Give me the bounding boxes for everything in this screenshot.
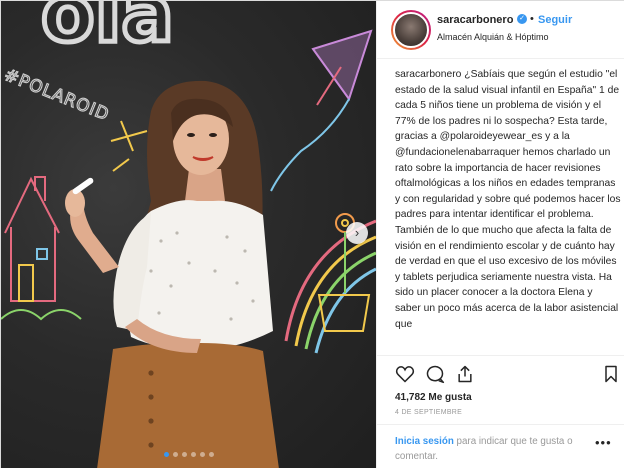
woman-figure xyxy=(65,80,279,468)
carousel-dot xyxy=(190,452,196,457)
post-date[interactable]: 4 DE SEPTIEMBRE xyxy=(395,409,462,416)
carousel-dot xyxy=(172,452,178,457)
carousel-dot xyxy=(181,452,187,457)
post-caption: saracarbonero ¿Sabíais que según el estu… xyxy=(395,67,621,350)
location-link[interactable]: Almacén Alquián & Hóptimo xyxy=(437,32,549,42)
post-header: saracarbonero ✓ • Seguir Almacén Alquián… xyxy=(377,1,624,59)
caption-username[interactable]: saracarbonero xyxy=(395,69,461,80)
likes-count[interactable]: 41,782 Me gusta xyxy=(395,392,472,403)
carousel-next-button[interactable]: › xyxy=(346,222,368,244)
wall-text-top: ola xyxy=(41,1,174,60)
speech-bubble-icon[interactable] xyxy=(425,364,445,384)
carousel-dot xyxy=(199,452,205,457)
more-options-icon[interactable]: ••• xyxy=(595,435,612,450)
follow-button[interactable]: Seguir xyxy=(538,14,572,26)
carousel-dots xyxy=(1,452,376,457)
login-prompt: Inicia sesión para indicar que te gusta … xyxy=(395,434,595,464)
avatar-image xyxy=(393,12,429,48)
avatar[interactable] xyxy=(391,10,431,50)
star-doodle xyxy=(110,120,148,172)
login-link[interactable]: Inicia sesión xyxy=(395,436,454,447)
action-bar xyxy=(377,355,624,389)
kite-doodle xyxy=(270,29,373,192)
wall-text-side: #POLAROID xyxy=(1,65,112,125)
caption-text: ¿Sabíais que según el estudio "el estado… xyxy=(395,69,621,330)
house-doodle xyxy=(4,176,60,302)
post-photo[interactable]: ola #POLAROID › xyxy=(1,1,376,468)
heart-icon[interactable] xyxy=(395,364,415,384)
post-side-panel: saracarbonero ✓ • Seguir Almacén Alquián… xyxy=(376,1,624,468)
carousel-dot xyxy=(163,452,169,457)
comment-box: Inicia sesión para indicar que te gusta … xyxy=(377,424,624,468)
header-username[interactable]: saracarbonero xyxy=(437,14,513,26)
header-separator: • xyxy=(530,13,534,25)
grass-doodle xyxy=(1,309,82,321)
carousel-dot xyxy=(208,452,214,457)
verified-badge-icon: ✓ xyxy=(517,14,527,24)
bookmark-icon[interactable] xyxy=(601,364,621,384)
post-frame: ola #POLAROID › saracarbonero ✓ • Seguir… xyxy=(0,0,624,468)
chalkboard-illustration: ola #POLAROID xyxy=(1,1,376,468)
share-icon[interactable] xyxy=(455,364,475,384)
